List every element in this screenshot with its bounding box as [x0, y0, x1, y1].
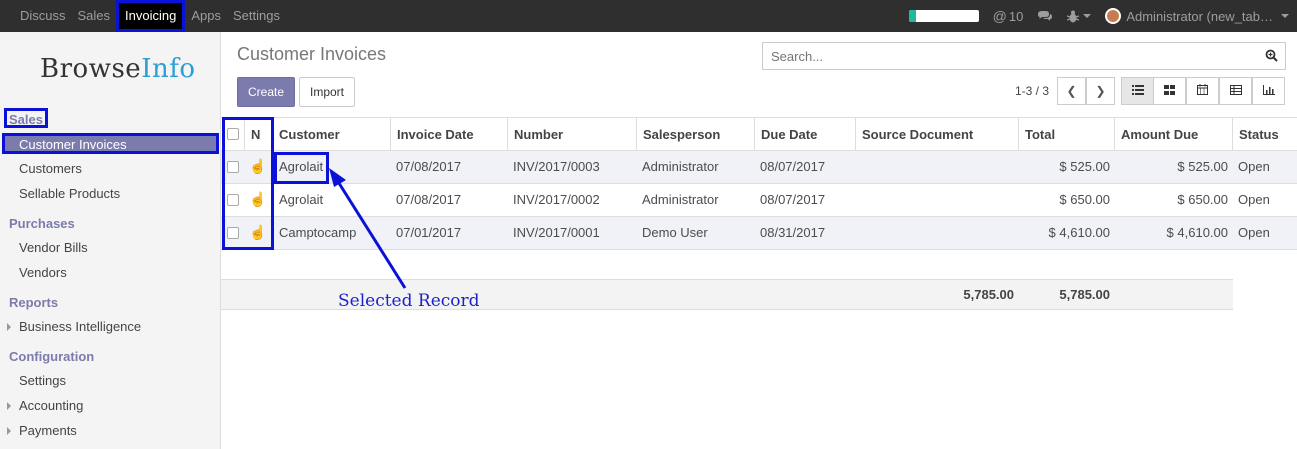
menu-invoicing[interactable]: Invoicing — [116, 0, 186, 32]
sidebar-item-customer-invoices[interactable]: Customer Invoices — [2, 133, 219, 154]
progress-bar[interactable] — [908, 10, 979, 22]
cell-amount-due: $ 4,610.00 — [1166, 225, 1228, 240]
sidebar-item-settings[interactable]: Settings — [19, 373, 66, 388]
cell-amount-due: $ 525.00 — [1177, 159, 1228, 174]
sidebar-item-vendors[interactable]: Vendors — [19, 265, 67, 280]
sidebar-head-purchases[interactable]: Purchases — [9, 216, 75, 231]
list-view-icon[interactable] — [1121, 77, 1154, 105]
progress-fill — [908, 10, 916, 22]
cell-customer: Camptocamp — [279, 225, 357, 240]
n-column-highlight-box — [222, 117, 274, 250]
column-due-date[interactable]: Due Date — [755, 118, 856, 151]
sidebar-item-sellable-products[interactable]: Sellable Products — [19, 186, 120, 201]
cell-due-date: 08/07/2017 — [760, 159, 826, 174]
sales-highlight-box — [4, 108, 48, 128]
search-icon[interactable] — [1265, 49, 1278, 62]
sidebar-item-label: Customer Invoices — [19, 137, 127, 152]
column-salesperson[interactable]: Salesperson — [637, 118, 755, 151]
menu-apps[interactable]: Apps — [185, 0, 227, 32]
cell-total: $ 525.00 — [1059, 159, 1110, 174]
cell-invoice-date: 07/08/2017 — [396, 159, 462, 174]
sidebar-item-customers[interactable]: Customers — [19, 161, 82, 176]
at-icon: @ — [992, 8, 1007, 24]
browseinfo-logo: BrowseInfo — [40, 54, 195, 84]
page-title: Customer Invoices — [237, 44, 387, 64]
pivot-view-icon[interactable] — [1219, 77, 1252, 105]
notification-count: 10 — [1008, 8, 1024, 24]
sidebar-item-accounting[interactable]: Accounting — [6, 398, 83, 413]
user-name: Administrator (new_tab… — [1126, 8, 1273, 24]
logo-text-browse: Browse — [40, 54, 142, 84]
column-customer[interactable]: Customer — [273, 118, 391, 151]
cell-total: $ 4,610.00 — [1048, 225, 1110, 240]
table-row[interactable]: ☝ Agrolait 07/08/2017 INV/2017/0002 Admi… — [221, 184, 1297, 217]
user-menu[interactable]: Administrator (new_tab… — [1105, 8, 1289, 24]
column-invoice-date[interactable]: Invoice Date — [391, 118, 508, 151]
systray: @ 10 Administrator (new_tab… — [908, 0, 1297, 32]
cell-due-date: 08/07/2017 — [760, 192, 826, 207]
graph-view-icon[interactable] — [1252, 77, 1285, 105]
column-number[interactable]: Number — [508, 118, 637, 151]
cell-total: $ 650.00 — [1059, 192, 1110, 207]
sidebar-head-reports[interactable]: Reports — [9, 295, 58, 310]
cell-amount-due: $ 650.00 — [1177, 192, 1228, 207]
column-total[interactable]: Total — [1019, 118, 1115, 151]
sidebar: BrowseInfo Sales Customer Invoices Custo… — [0, 32, 221, 449]
debug-bug-icon[interactable] — [1067, 10, 1092, 23]
column-status[interactable]: Status — [1233, 118, 1297, 151]
kanban-view-icon[interactable] — [1153, 77, 1186, 105]
calendar-view-icon[interactable] — [1186, 77, 1219, 105]
cell-salesperson: Administrator — [642, 159, 719, 174]
menu-discuss[interactable]: Discuss — [14, 0, 72, 32]
column-amount-due[interactable]: Amount Due — [1115, 118, 1233, 151]
table-row[interactable]: ☝ Agrolait 07/08/2017 INV/2017/0003 Admi… — [221, 151, 1297, 184]
table-header: N Customer Invoice Date Number Salespers… — [221, 117, 1297, 151]
chevron-left-icon[interactable]: ❮ — [1057, 77, 1086, 105]
app-menu: Discuss Sales Invoicing Apps Settings — [0, 0, 286, 32]
cell-status: Open — [1238, 192, 1270, 207]
top-navbar: Discuss Sales Invoicing Apps Settings @ … — [0, 0, 1297, 32]
cell-invoice-date: 07/01/2017 — [396, 225, 462, 240]
import-button[interactable]: Import — [299, 77, 355, 107]
cell-number: INV/2017/0002 — [513, 192, 600, 207]
cell-number: INV/2017/0001 — [513, 225, 600, 240]
create-button[interactable]: Create — [237, 77, 295, 107]
notification-counter[interactable]: @ 10 — [993, 8, 1024, 24]
cell-customer: Agrolait — [279, 192, 324, 207]
chevron-right-icon[interactable]: ❯ — [1086, 77, 1115, 105]
sidebar-head-configuration[interactable]: Configuration — [9, 349, 94, 364]
avatar — [1105, 8, 1122, 24]
chevron-down-icon — [1281, 14, 1289, 18]
cell-due-date: 08/31/2017 — [760, 225, 826, 240]
cell-invoice-date: 07/08/2017 — [396, 192, 462, 207]
cell-status: Open — [1238, 159, 1270, 174]
annotation-label: Selected Record — [338, 291, 480, 311]
search-bar — [762, 42, 1286, 70]
table-row[interactable]: ☝ Camptocamp 07/01/2017 INV/2017/0001 De… — [221, 217, 1297, 250]
cell-salesperson: Administrator — [642, 192, 719, 207]
logo-text-info: Info — [141, 54, 196, 84]
sidebar-item-business-intelligence[interactable]: Business Intelligence — [6, 319, 141, 334]
chevron-down-icon — [1083, 14, 1092, 18]
cell-salesperson: Demo User — [642, 225, 708, 240]
menu-sales[interactable]: Sales — [72, 0, 117, 32]
column-source-document[interactable]: Source Document — [856, 118, 1019, 151]
cell-status: Open — [1238, 225, 1270, 240]
search-input[interactable] — [763, 43, 1243, 69]
pager-value[interactable]: 1-3 / 3 — [1015, 84, 1049, 98]
chat-icon[interactable] — [1037, 10, 1053, 23]
cell-number: INV/2017/0003 — [513, 159, 600, 174]
menu-settings[interactable]: Settings — [227, 0, 286, 32]
sum-amount-due: 5,785.00 — [1059, 287, 1110, 302]
sidebar-item-payments[interactable]: Payments — [7, 423, 77, 438]
sum-total: 5,785.00 — [963, 287, 1014, 302]
selected-record-highlight-box — [274, 152, 329, 184]
sidebar-item-vendor-bills[interactable]: Vendor Bills — [19, 240, 88, 255]
